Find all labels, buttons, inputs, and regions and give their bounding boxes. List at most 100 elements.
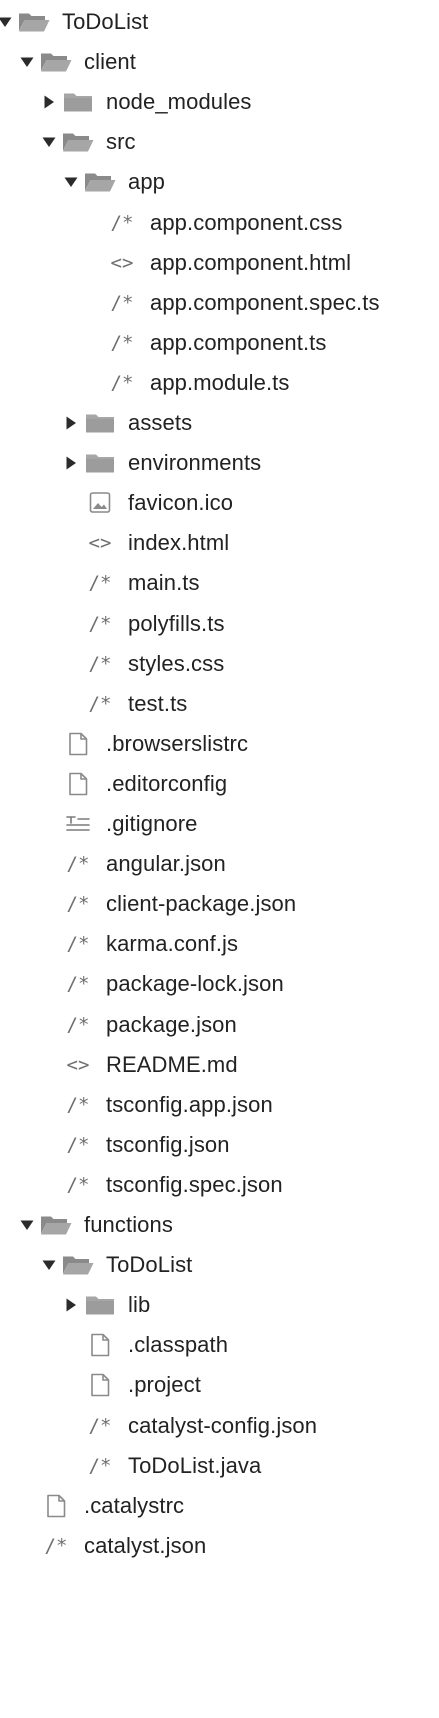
tree-item-project[interactable]: .project <box>0 1363 439 1407</box>
folder-open-icon <box>61 120 95 164</box>
comment-slash-glyph: /* <box>66 1133 90 1156</box>
tree-item-environments[interactable]: environments <box>0 441 439 485</box>
tree-item-app[interactable]: app <box>0 160 439 204</box>
tree-item-node-modules[interactable]: node_modules <box>0 80 439 124</box>
comment-slash-glyph: /* <box>44 1534 68 1557</box>
comment-code-icon: /* <box>61 962 95 1006</box>
comment-code-icon: /* <box>83 682 117 726</box>
tree-item-label: functions <box>84 1212 173 1237</box>
chevron-right-icon[interactable] <box>62 401 80 445</box>
tree-item-app-component-spec-ts[interactable]: /* app.component.spec.ts <box>0 281 439 325</box>
comment-code-icon: /* <box>39 1524 73 1568</box>
comment-code-icon: /* <box>105 201 139 245</box>
tree-item-label: .editorconfig <box>106 770 228 796</box>
tree-item-src[interactable]: src <box>0 120 439 164</box>
comment-slash-glyph: /* <box>66 1093 90 1116</box>
tree-item-test-ts[interactable]: /* test.ts <box>0 682 439 726</box>
tree-item-app-component-css[interactable]: /* app.component.css <box>0 201 439 245</box>
tree-item-functions[interactable]: functions <box>0 1203 439 1247</box>
chevron-down-icon[interactable] <box>0 0 14 44</box>
comment-slash-glyph: /* <box>88 692 112 715</box>
tree-item-label: package.json <box>106 1011 237 1037</box>
folder-icon <box>83 441 117 485</box>
tree-item-label: package-lock.json <box>106 971 284 997</box>
comment-slash-glyph: /* <box>88 1414 112 1437</box>
tree-item-label: polyfills.ts <box>128 610 225 636</box>
folder-open-icon <box>39 40 73 84</box>
tree-item-readme-md[interactable]: <> README.md <box>0 1043 439 1087</box>
tree-item-label: .gitignore <box>106 811 198 836</box>
tree-item-catalyst-json[interactable]: /* catalyst.json <box>0 1524 439 1568</box>
tree-item-label: .browserslistrc <box>106 730 249 756</box>
tree-item-tsconfig-json[interactable]: /* tsconfig.json <box>0 1123 439 1167</box>
tree-item-label: index.html <box>128 530 230 556</box>
chevron-right-icon[interactable] <box>62 441 80 485</box>
markup-code-icon: <> <box>83 521 117 565</box>
tree-item-karma-conf-js[interactable]: /* karma.conf.js <box>0 922 439 966</box>
tree-item-classpath[interactable]: .classpath <box>0 1323 439 1367</box>
tree-item-label: app.component.spec.ts <box>150 289 380 315</box>
tree-item-label: .catalystrc <box>84 1492 185 1518</box>
tree-item-assets[interactable]: assets <box>0 401 439 445</box>
tree-item-label: catalyst.json <box>84 1532 207 1558</box>
tree-item-label: environments <box>128 450 262 476</box>
tree-item-todolist-root[interactable]: ToDoList <box>0 0 439 44</box>
tree-item-favicon-ico[interactable]: favicon.ico <box>0 481 439 525</box>
tree-item-tsconfig-spec-json[interactable]: /* tsconfig.spec.json <box>0 1163 439 1207</box>
markup-code-icon: <> <box>105 241 139 285</box>
comment-code-icon: /* <box>105 281 139 325</box>
tree-item-editorconfig[interactable]: .editorconfig <box>0 762 439 806</box>
chevron-down-icon[interactable] <box>62 160 80 204</box>
tree-item-label: main.ts <box>128 570 200 596</box>
tree-item-main-ts[interactable]: /* main.ts <box>0 561 439 605</box>
tree-item-styles-css[interactable]: /* styles.css <box>0 642 439 686</box>
tree-item-functions-todolist[interactable]: ToDoList <box>0 1243 439 1287</box>
tree-item-client[interactable]: client <box>0 40 439 84</box>
tree-item-package-lock-json[interactable]: /* package-lock.json <box>0 962 439 1006</box>
tree-item-browserslistrc[interactable]: .browserslistrc <box>0 722 439 766</box>
comment-slash-glyph: /* <box>66 933 90 956</box>
blank-file-icon <box>83 1323 117 1367</box>
folder-icon <box>61 80 95 124</box>
tree-item-polyfills-ts[interactable]: /* polyfills.ts <box>0 602 439 646</box>
tree-item-app-component-html[interactable]: <> app.component.html <box>0 241 439 285</box>
comment-code-icon: /* <box>61 1163 95 1207</box>
tree-item-label: app.component.css <box>150 209 343 235</box>
comment-slash-glyph: /* <box>66 1173 90 1196</box>
comment-code-icon: /* <box>61 842 95 886</box>
tree-item-todolist-java[interactable]: /* ToDoList.java <box>0 1444 439 1488</box>
chevron-down-icon[interactable] <box>18 1203 36 1247</box>
tree-item-gitignore[interactable]: .gitignore <box>0 802 439 846</box>
tree-item-label: angular.json <box>106 851 226 877</box>
tree-item-label: app.component.ts <box>150 329 327 355</box>
chevron-right-icon[interactable] <box>40 80 58 124</box>
tree-item-app-component-ts[interactable]: /* app.component.ts <box>0 321 439 365</box>
comment-slash-glyph: /* <box>66 1013 90 1036</box>
tree-item-package-json[interactable]: /* package.json <box>0 1003 439 1047</box>
tree-item-label: lib <box>128 1292 151 1318</box>
tree-item-catalyst-config-json[interactable]: /* catalyst-config.json <box>0 1404 439 1448</box>
comment-code-icon: /* <box>105 321 139 365</box>
chevron-down-icon[interactable] <box>40 120 58 164</box>
tree-item-catalystrc[interactable]: .catalystrc <box>0 1484 439 1528</box>
comment-code-icon: /* <box>83 1444 117 1488</box>
tree-item-client-package-json[interactable]: /* client-package.json <box>0 882 439 926</box>
chevron-right-icon[interactable] <box>62 1283 80 1327</box>
tree-item-label: README.md <box>106 1051 238 1077</box>
tree-item-label: client-package.json <box>106 891 297 917</box>
blank-file-icon <box>61 762 95 806</box>
comment-slash-glyph: /* <box>66 973 90 996</box>
chevron-down-icon[interactable] <box>18 40 36 84</box>
tree-item-index-html[interactable]: <> index.html <box>0 521 439 565</box>
text-lines-icon <box>61 802 95 846</box>
tree-item-app-module-ts[interactable]: /* app.module.ts <box>0 361 439 405</box>
tree-item-angular-json[interactable]: /* angular.json <box>0 842 439 886</box>
code-brackets-glyph: <> <box>110 251 134 274</box>
tree-item-tsconfig-app-json[interactable]: /* tsconfig.app.json <box>0 1083 439 1127</box>
tree-item-label: ToDoList.java <box>128 1452 262 1478</box>
comment-slash-glyph: /* <box>66 853 90 876</box>
tree-item-lib[interactable]: lib <box>0 1283 439 1327</box>
chevron-down-icon[interactable] <box>40 1243 58 1287</box>
comment-slash-glyph: /* <box>88 572 112 595</box>
tree-item-label: .project <box>128 1372 201 1398</box>
